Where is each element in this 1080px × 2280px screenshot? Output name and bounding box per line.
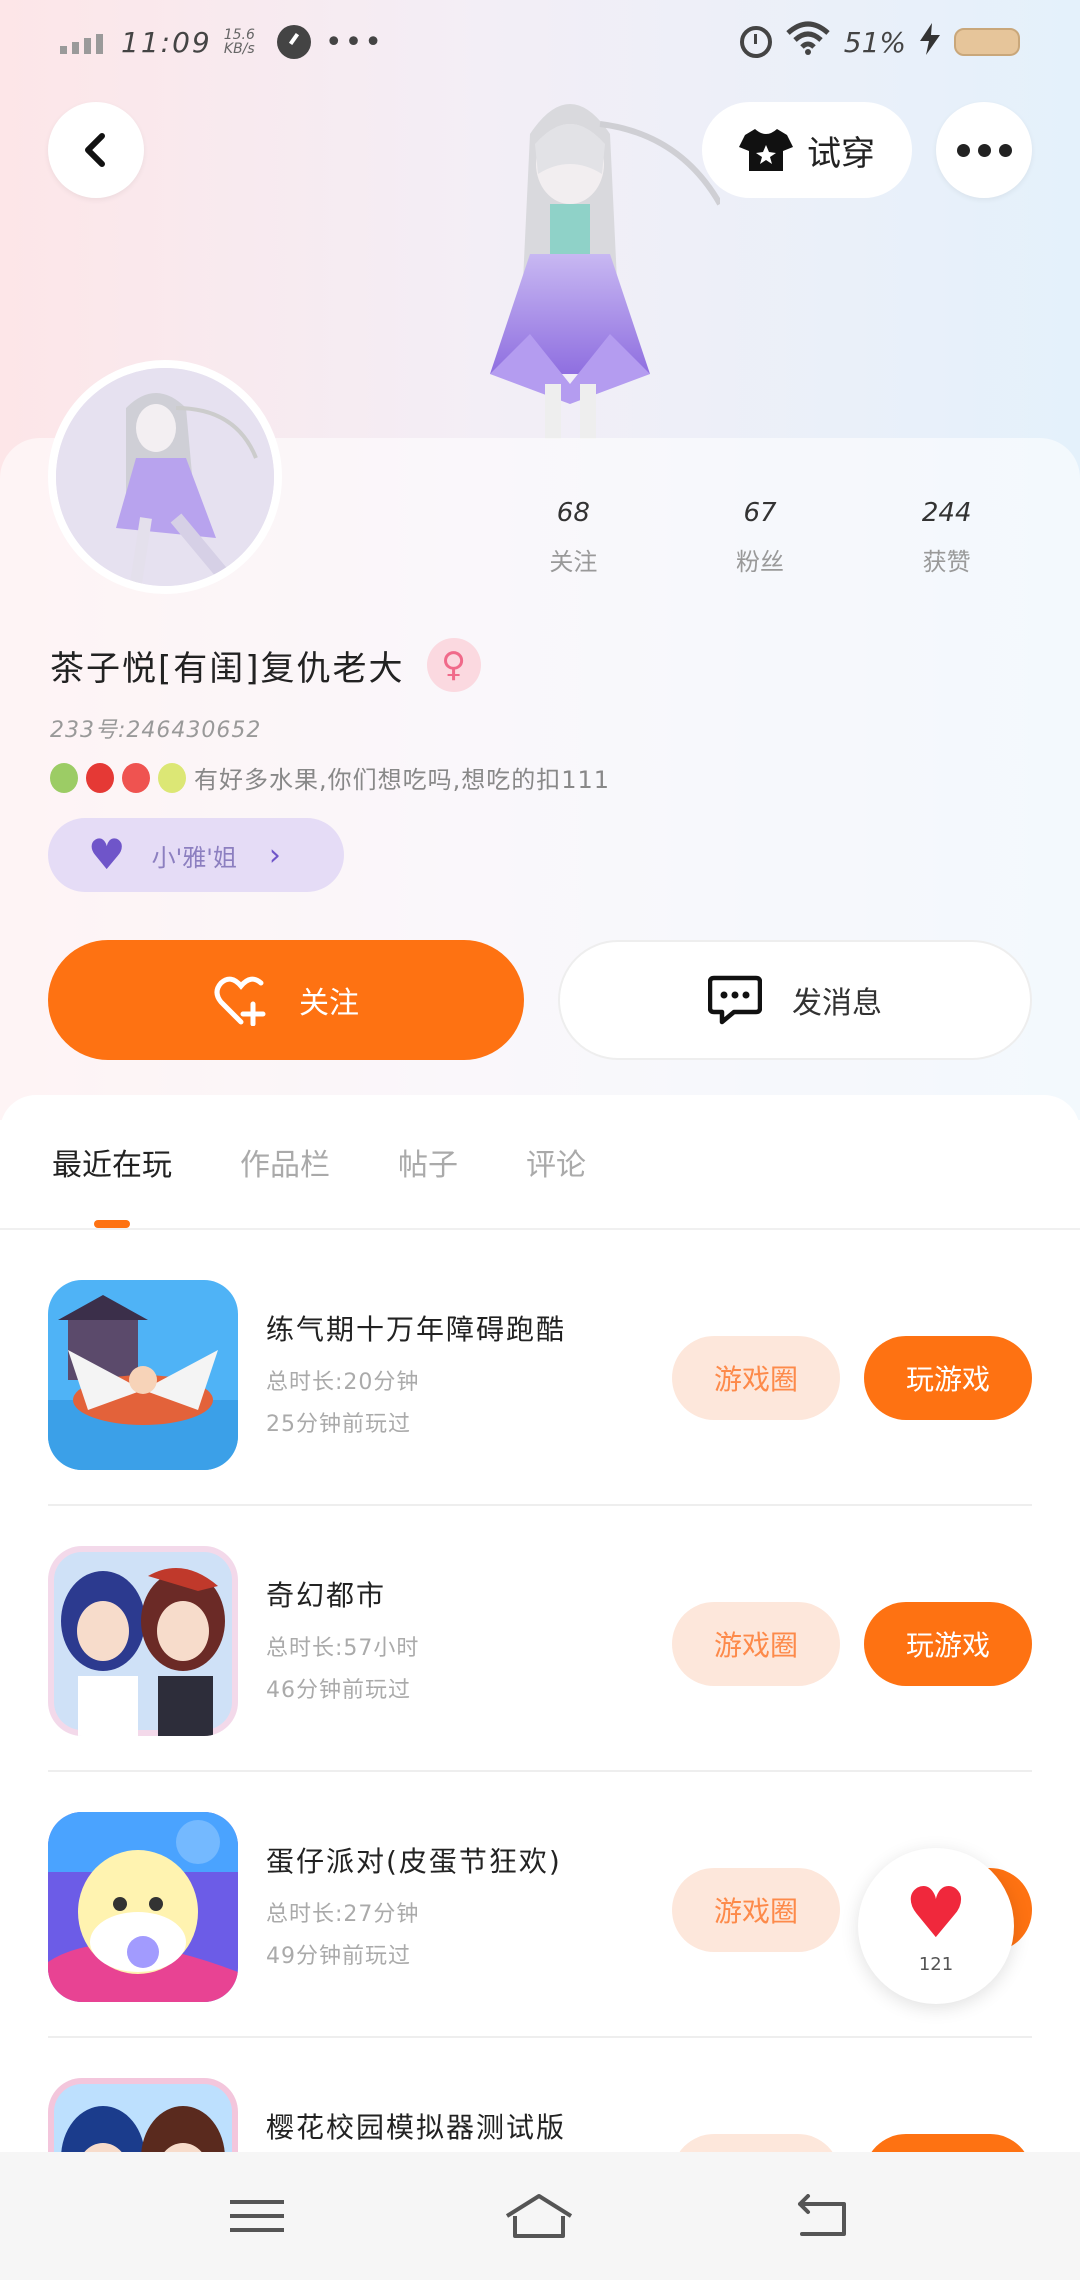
wifi-icon bbox=[786, 21, 830, 63]
home-icon[interactable] bbox=[503, 2192, 575, 2240]
signal-icon bbox=[60, 30, 103, 54]
guild-heart-icon: ♥ bbox=[88, 830, 126, 879]
back-nav-icon[interactable] bbox=[794, 2194, 850, 2238]
character-avatar-image bbox=[420, 84, 723, 439]
status-time: 11:09 bbox=[121, 25, 212, 59]
stat-value: 68 bbox=[556, 498, 590, 528]
menu-icon[interactable] bbox=[229, 2200, 284, 2232]
gauge-icon bbox=[276, 25, 311, 59]
female-icon: ♀ bbox=[426, 638, 481, 692]
shirt-icon bbox=[739, 129, 793, 171]
game-title: 蛋仔派对(皮蛋节狂欢) bbox=[266, 1845, 562, 1878]
stat-label: 关注 bbox=[549, 548, 598, 576]
message-label: 发消息 bbox=[792, 986, 882, 1021]
game-circle-button[interactable]: 游戏圈 bbox=[672, 1868, 840, 1952]
stat-following[interactable]: 68 关注 bbox=[480, 498, 667, 577]
game-last-played: 46分钟前玩过 bbox=[266, 1678, 411, 1703]
stat-likes[interactable]: 244 获赞 bbox=[853, 498, 1040, 577]
apple-icon bbox=[86, 762, 114, 793]
game-icon bbox=[48, 1546, 238, 1736]
play-game-button[interactable]: 玩游戏 bbox=[864, 1602, 1032, 1686]
tab-divider bbox=[0, 1228, 1080, 1230]
back-button[interactable] bbox=[48, 102, 144, 198]
like-count: 121 bbox=[918, 1953, 954, 1975]
tab-comments[interactable]: 评论 bbox=[526, 1140, 586, 1228]
battery-icon bbox=[954, 28, 1020, 56]
send-message-button[interactable]: 发消息 bbox=[558, 940, 1032, 1060]
guild-chip[interactable]: ♥ 小'雅'姐 › bbox=[48, 818, 344, 892]
avatar[interactable] bbox=[48, 360, 282, 594]
game-duration: 总时长:20分钟 bbox=[266, 1370, 420, 1395]
like-button[interactable]: ♥ 121 bbox=[858, 1848, 1014, 2004]
bio: 有好多水果,你们想吃吗,想吃的扣111 bbox=[50, 760, 610, 795]
game-icon bbox=[48, 1812, 238, 2002]
game-row[interactable]: 练气期十万年障碍跑酷 总时长:20分钟 25分钟前玩过 游戏圈 玩游戏 bbox=[48, 1240, 1032, 1506]
stat-label: 获赞 bbox=[922, 548, 971, 576]
game-title: 樱花校园模拟器测试版 bbox=[266, 2111, 567, 2144]
try-on-button[interactable]: 试穿 bbox=[702, 102, 912, 198]
strawberry-icon bbox=[122, 762, 150, 793]
game-icon bbox=[48, 1280, 238, 1470]
user-id: 233号:246430652 bbox=[50, 718, 262, 743]
game-info: 奇幻都市 总时长:57小时 46分钟前玩过 bbox=[266, 1574, 419, 1704]
game-circle-button[interactable]: 游戏圈 bbox=[672, 1602, 840, 1686]
stat-label: 粉丝 bbox=[736, 548, 784, 576]
game-last-played: 49分钟前玩过 bbox=[266, 1944, 411, 1969]
game-title: 奇幻都市 bbox=[266, 1579, 387, 1612]
stat-value: 67 bbox=[743, 498, 777, 528]
game-info: 蛋仔派对(皮蛋节狂欢) 总时长:27分钟 49分钟前玩过 bbox=[266, 1840, 562, 1970]
battery-percent: 51% bbox=[843, 25, 906, 59]
profile-tabs: 最近在玩 作品栏 帖子 评论 bbox=[52, 1140, 586, 1228]
nickname: 茶子悦[有闺]复仇老大 bbox=[50, 648, 405, 689]
play-game-button[interactable]: 玩游戏 bbox=[864, 1336, 1032, 1420]
nickname-row: 茶子悦[有闺]复仇老大 ♀ bbox=[50, 638, 481, 692]
status-bar: 11:09 15.6 KB/s ••• 51% bbox=[0, 0, 1080, 84]
net-speed: 15.6 KB/s bbox=[223, 27, 255, 57]
tab-posts[interactable]: 帖子 bbox=[398, 1140, 458, 1228]
more-options-button[interactable] bbox=[936, 102, 1032, 198]
stat-fans[interactable]: 67 粉丝 bbox=[667, 498, 854, 577]
guild-name: 小'雅'姐 bbox=[151, 843, 237, 872]
stat-value: 244 bbox=[921, 498, 972, 528]
chevron-right-icon: › bbox=[268, 837, 281, 873]
game-duration: 总时长:57小时 bbox=[266, 1636, 420, 1661]
game-title: 练气期十万年障碍跑酷 bbox=[266, 1313, 567, 1346]
game-info: 练气期十万年障碍跑酷 总时长:20分钟 25分钟前玩过 bbox=[266, 1308, 566, 1438]
pear-icon bbox=[50, 762, 78, 793]
alarm-icon bbox=[739, 26, 772, 58]
game-row[interactable]: 奇幻都市 总时长:57小时 46分钟前玩过 游戏圈 玩游戏 bbox=[48, 1506, 1032, 1772]
more-icon bbox=[956, 143, 1012, 157]
game-duration: 总时长:27分钟 bbox=[266, 1902, 420, 1927]
charging-icon bbox=[920, 22, 940, 62]
heart-plus-icon bbox=[214, 976, 266, 1026]
profile-stats: 68 关注 67 粉丝 244 获赞 bbox=[480, 498, 1040, 577]
chat-bubble-icon bbox=[708, 975, 762, 1025]
bio-text: 有好多水果,你们想吃吗,想吃的扣111 bbox=[194, 766, 611, 794]
tab-recently-played[interactable]: 最近在玩 bbox=[52, 1140, 172, 1228]
game-circle-button[interactable]: 游戏圈 bbox=[672, 1336, 840, 1420]
heart-icon: ♥ bbox=[904, 1871, 968, 1954]
tab-works[interactable]: 作品栏 bbox=[240, 1140, 330, 1228]
game-last-played: 25分钟前玩过 bbox=[266, 1412, 411, 1437]
more-notifications-icon: ••• bbox=[324, 24, 384, 60]
back-arrow-icon bbox=[85, 133, 105, 167]
try-on-label: 试穿 bbox=[807, 133, 875, 174]
follow-button[interactable]: 关注 bbox=[48, 940, 524, 1060]
lemon-icon bbox=[158, 762, 186, 793]
system-nav-bar bbox=[0, 2152, 1080, 2280]
follow-label: 关注 bbox=[299, 986, 359, 1021]
